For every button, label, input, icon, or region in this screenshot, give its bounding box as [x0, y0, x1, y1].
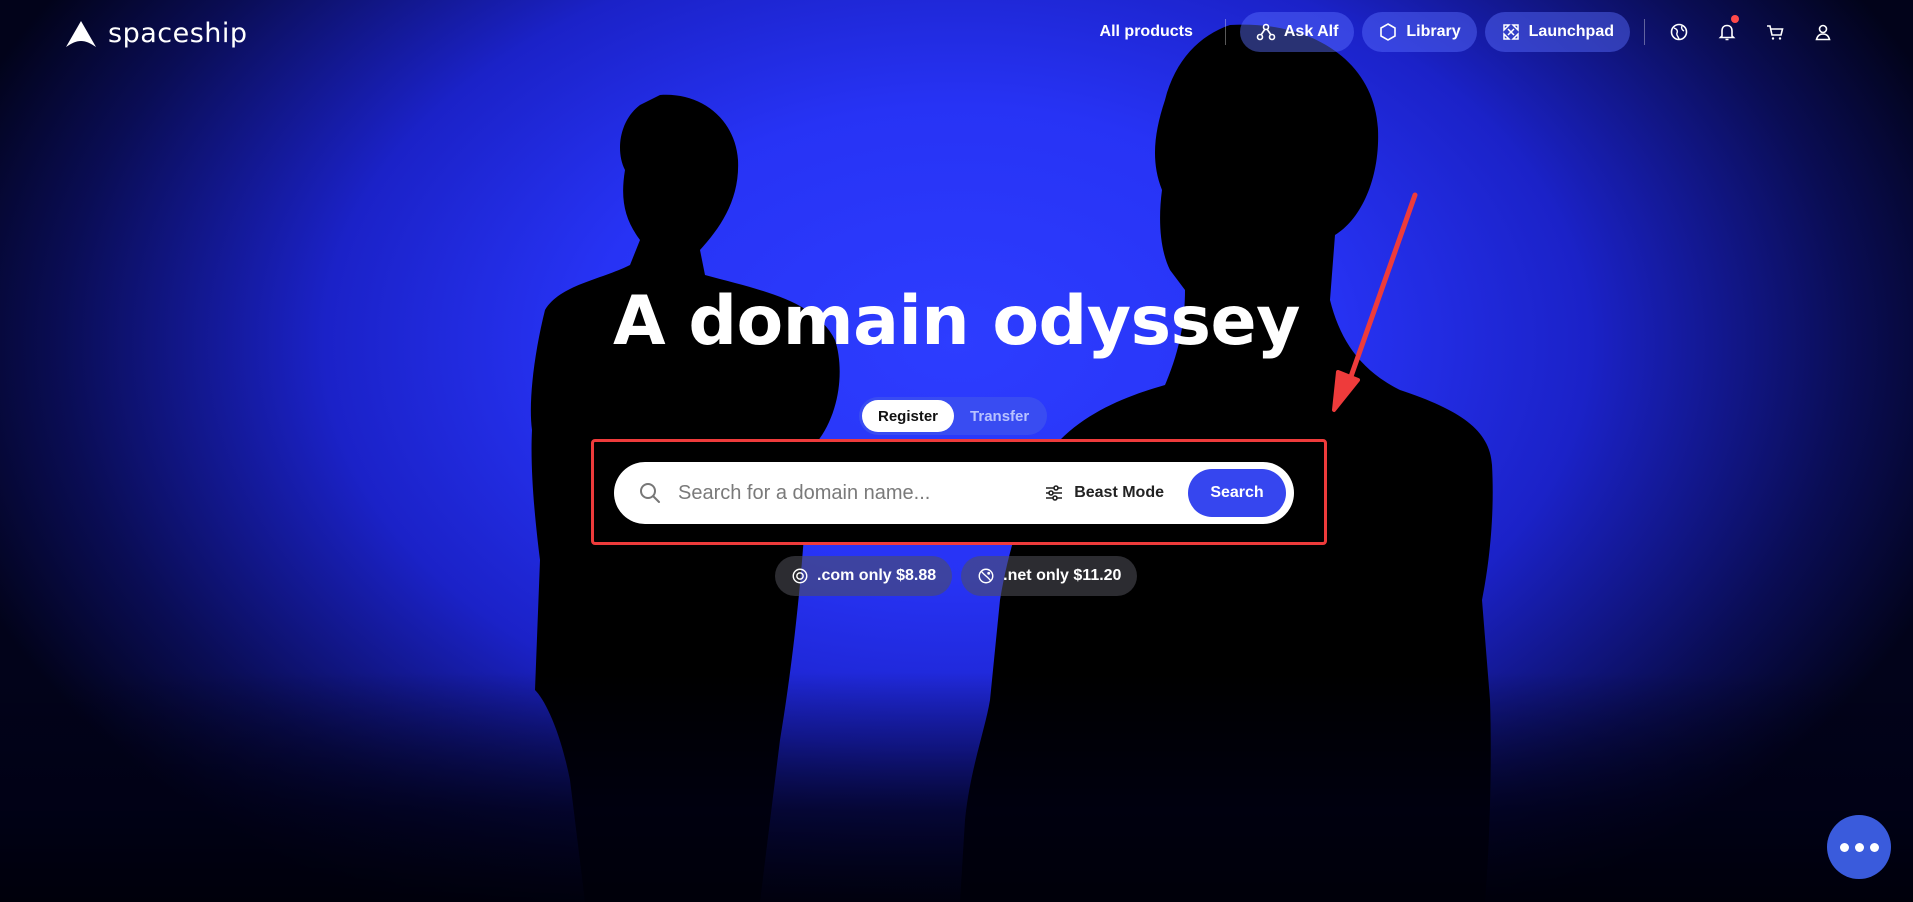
- ask-alf-button[interactable]: Ask Alf: [1239, 12, 1355, 52]
- promo-net[interactable]: .net only $11.20: [961, 556, 1138, 596]
- user-icon: [1815, 24, 1831, 41]
- chat-dot-icon: [1854, 842, 1864, 852]
- launchpad-label: Launchpad: [1528, 23, 1614, 40]
- hexagon-icon: [1380, 23, 1397, 41]
- search-button[interactable]: Search: [1188, 469, 1286, 517]
- tab-register[interactable]: Register: [862, 400, 955, 432]
- sliders-icon: [1046, 485, 1063, 501]
- beast-mode-label: Beast Mode: [1074, 484, 1164, 501]
- launchpad-icon: [1502, 24, 1519, 40]
- register-transfer-toggle: Register Transfer: [859, 397, 1047, 435]
- domain-search-input[interactable]: [676, 480, 1020, 506]
- ask-alf-label: Ask Alf: [1283, 23, 1339, 40]
- all-products-link[interactable]: All products: [1082, 23, 1211, 41]
- bell-icon: [1718, 24, 1736, 41]
- promo-com-label: .com only $8.88: [817, 567, 937, 584]
- notifications-button[interactable]: [1707, 12, 1747, 52]
- spaceship-logo[interactable]: spaceship: [64, 18, 248, 49]
- ask-alf-icon: [1256, 23, 1276, 41]
- domain-search-bar: Beast Mode Search: [614, 462, 1294, 524]
- promo-list: .com only $8.88 .net only $11.20: [775, 556, 1138, 596]
- net-orbit-icon: [978, 568, 994, 584]
- notification-badge: [1731, 15, 1739, 23]
- nav-divider: [1644, 19, 1645, 45]
- promo-com[interactable]: .com only $8.88: [775, 556, 953, 596]
- cart-icon: [1767, 25, 1784, 40]
- promo-net-label: .net only $11.20: [1003, 567, 1122, 584]
- language-button[interactable]: [1659, 12, 1699, 52]
- chat-support-button[interactable]: [1827, 815, 1891, 879]
- globe-icon: [1670, 23, 1688, 41]
- library-button[interactable]: Library: [1362, 12, 1477, 52]
- spaceship-logo-icon: [66, 20, 96, 47]
- tab-transfer[interactable]: Transfer: [954, 400, 1045, 432]
- search-icon: [638, 481, 662, 505]
- bottom-shadow: [0, 672, 1913, 902]
- com-target-icon: [792, 568, 808, 584]
- library-label: Library: [1406, 23, 1461, 40]
- launchpad-button[interactable]: Launchpad: [1484, 12, 1630, 52]
- chat-dot-icon: [1839, 842, 1849, 852]
- nav-divider: [1224, 19, 1226, 45]
- hero-title: A domain odyssey: [613, 282, 1300, 361]
- account-button[interactable]: [1803, 12, 1843, 52]
- brand-name: spaceship: [108, 18, 248, 49]
- cart-button[interactable]: [1755, 12, 1795, 52]
- top-navigation: All products Ask Alf Library Launchpad: [1082, 12, 1843, 52]
- chat-dot-icon: [1869, 842, 1879, 852]
- beast-mode-button[interactable]: Beast Mode: [1044, 483, 1164, 503]
